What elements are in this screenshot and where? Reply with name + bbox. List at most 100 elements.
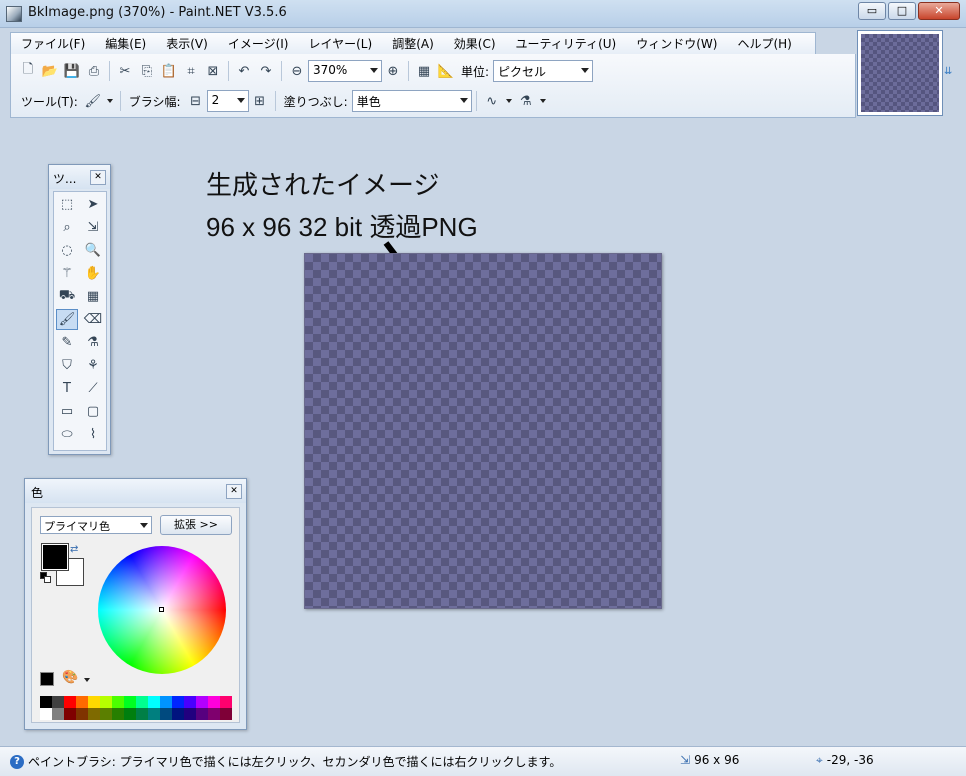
palette-swatch[interactable] [100,696,112,708]
deselect-icon[interactable]: ⊠ [204,62,222,80]
palette-swatch[interactable] [208,708,220,720]
menu-file[interactable]: ファイル(F) [11,35,95,52]
decrease-icon[interactable]: ⊟ [187,92,205,110]
colors-window-close-button[interactable]: ✕ [226,484,242,499]
chevron-down-icon[interactable] [539,99,546,103]
gradient-tool-icon[interactable]: ▦ [82,286,104,307]
cut-icon[interactable]: ✂ [116,62,134,80]
palette-icon[interactable]: 🎨 [62,670,78,685]
blend-mode-icon[interactable]: ⚗ [517,92,535,110]
palette-swatch[interactable] [88,696,100,708]
freeform-shape-tool-icon[interactable]: ⌇ [82,424,104,445]
magic-wand-tool-icon[interactable]: ⚚ [56,263,78,284]
palette-swatch[interactable] [172,708,184,720]
menu-window[interactable]: ウィンドウ(W) [626,35,727,52]
palette-swatch[interactable] [40,708,52,720]
close-button[interactable]: ✕ [918,2,960,20]
chevron-down-icon[interactable] [84,678,90,682]
primary-color-swatch[interactable] [41,543,69,571]
undo-icon[interactable]: ↶ [235,62,253,80]
menu-view[interactable]: 表示(V) [156,35,218,52]
palette-swatch[interactable] [160,708,172,720]
move-selected-tool-icon[interactable]: ⇲ [82,217,104,238]
palette-swatch[interactable] [112,708,124,720]
palette-swatch[interactable] [220,696,232,708]
ellipse-select-tool-icon[interactable]: ◌ [56,240,78,261]
palette-swatch[interactable] [136,696,148,708]
open-file-icon[interactable]: 📂 [41,62,59,80]
tools-window-close-button[interactable]: ✕ [90,170,106,185]
palette-swatch[interactable] [100,708,112,720]
palette-swatch[interactable] [52,708,64,720]
copy-icon[interactable]: ⎘ [138,62,156,80]
fill-combo[interactable]: 単色 [351,90,472,112]
menu-adjustments[interactable]: 調整(A) [382,35,444,52]
antialias-icon[interactable]: ∿ [483,92,501,110]
ruler-icon[interactable]: 📐 [437,62,455,80]
paintbrush-icon[interactable]: 🖌 [84,92,102,110]
image-thumbnail[interactable] [857,30,943,116]
palette-swatch[interactable] [220,708,232,720]
ellipse-tool-icon[interactable]: ⬭ [56,424,78,445]
move-selection-tool-icon[interactable]: ➤ [82,194,104,215]
crop-icon[interactable]: ⌗ [182,62,200,80]
palette-swatch[interactable] [148,708,160,720]
eraser-tool-icon[interactable]: ⌫ [82,309,104,330]
palette-swatch[interactable] [52,696,64,708]
palette-swatch[interactable] [184,708,196,720]
color-mode-select[interactable]: プライマリ色 [40,516,152,534]
chevron-down-icon[interactable] [505,99,512,103]
chevron-down-icon[interactable] [106,99,113,103]
zoom-tool-icon[interactable]: 🔍 [82,240,104,261]
thumbnail-toggle-icon[interactable]: ⇊ [944,66,956,80]
recolor-tool-icon[interactable]: ⚘ [82,355,104,376]
swap-colors-icon[interactable]: ⇄ [70,544,78,555]
palette-swatch[interactable] [196,708,208,720]
color-wheel-marker[interactable] [159,607,164,612]
menu-image[interactable]: イメージ(I) [218,35,299,52]
palette-swatch[interactable] [208,696,220,708]
palette-swatch[interactable] [88,708,100,720]
expand-button[interactable]: 拡張 >> [160,515,232,535]
palette-swatch[interactable] [148,696,160,708]
reset-colors-icon[interactable] [40,572,52,584]
paste-icon[interactable]: 📋 [160,62,178,80]
palette-swatch[interactable] [124,696,136,708]
increase-icon[interactable]: ⊞ [251,92,269,110]
zoom-combo[interactable]: 370% [308,60,382,82]
lasso-select-tool-icon[interactable]: ⌕ [56,217,78,238]
paint-bucket-tool-icon[interactable]: ⛟ [56,286,78,307]
palette-swatch[interactable] [184,696,196,708]
palette-swatch[interactable] [40,696,52,708]
zoom-out-icon[interactable]: ⊖ [288,62,306,80]
palette-swatch[interactable] [76,696,88,708]
maximize-button[interactable]: □ [888,2,916,20]
palette-swatch[interactable] [64,708,76,720]
minimize-button[interactable]: ▭ [858,2,886,20]
line-curve-tool-icon[interactable]: ⟋ [82,378,104,399]
pencil-tool-icon[interactable]: ✎ [56,332,78,353]
new-file-icon[interactable]: 🗋 [19,62,37,80]
paintbrush-tool-icon[interactable]: 🖌 [56,309,78,330]
text-tool-icon[interactable]: T [56,378,78,399]
save-icon[interactable]: 💾 [63,62,81,80]
redo-icon[interactable]: ↷ [257,62,275,80]
menu-layers[interactable]: レイヤー(L) [298,35,382,52]
menu-edit[interactable]: 編集(E) [95,35,156,52]
color-picker-tool-icon[interactable]: ⚗ [82,332,104,353]
image-canvas[interactable] [304,253,662,609]
palette-swatch[interactable] [136,708,148,720]
unit-combo[interactable]: ピクセル [493,60,594,82]
rounded-rectangle-tool-icon[interactable]: ▢ [82,401,104,422]
clone-stamp-tool-icon[interactable]: ⛉ [56,355,78,376]
grid-icon[interactable]: ▦ [415,62,433,80]
palette-swatch[interactable] [196,696,208,708]
print-icon[interactable]: ⎙ [85,62,103,80]
menu-effects[interactable]: 効果(C) [444,35,506,52]
menu-utilities[interactable]: ユーティリティ(U) [506,35,627,52]
menu-help[interactable]: ヘルプ(H) [727,35,801,52]
zoom-in-icon[interactable]: ⊕ [384,62,402,80]
palette-swatch[interactable] [160,696,172,708]
palette-swatch[interactable] [112,696,124,708]
pan-tool-icon[interactable]: ✋ [82,263,104,284]
